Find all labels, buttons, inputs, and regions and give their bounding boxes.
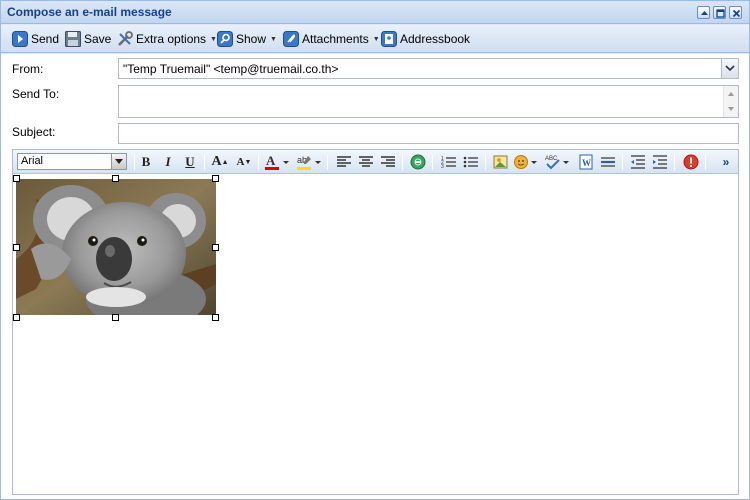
svg-text:3: 3 [441,164,444,169]
title-bar: Compose an e-mail message [1,1,749,24]
emoticon-icon[interactable] [513,153,539,171]
bullet-list-icon[interactable] [462,153,480,171]
send-to-scrollbar[interactable] [723,86,738,117]
close-button[interactable] [729,6,742,19]
toolbar-separator [327,154,328,170]
send-button[interactable]: Send [12,29,59,49]
send-icon [12,31,28,47]
resize-handle[interactable] [112,175,119,182]
chevron-down-icon [725,65,735,72]
editor-content[interactable] [13,175,738,494]
attachments-label: Attachments [302,32,369,46]
italic-icon[interactable]: I [159,153,177,171]
grow-font-icon[interactable]: A ▲ [211,153,229,171]
save-button[interactable]: Save [65,29,111,49]
more-tools-icon[interactable]: » [717,153,735,171]
from-select[interactable]: "Temp Truemail" <temp@truemail.co.th> [118,58,739,79]
align-right-icon[interactable] [379,153,397,171]
shrink-font-icon[interactable]: A ▼ [235,153,253,171]
paperclip-icon [283,31,299,47]
toolbar-separator [432,154,433,170]
compose-window: Compose an e-mail message Send Save Extr… [0,0,750,500]
svg-text:ABC: ABC [545,156,558,162]
maximize-button[interactable] [713,6,726,19]
toolbar-separator [258,154,259,170]
toolbar-separator [705,154,706,170]
subject-field[interactable] [118,123,739,144]
send-to-label: Send To: [12,87,60,101]
spellcheck-icon[interactable]: ABC [545,153,571,171]
font-family-value: Arial [21,155,44,167]
resize-handle[interactable] [212,244,219,251]
html-editor: Arial B I U A ▲ A ▼ A ab 1 2 3 ABC W » [12,149,739,495]
resize-handle[interactable] [112,314,119,321]
compose-form: From: "Temp Truemail" <temp@truemail.co.… [1,54,749,499]
show-button[interactable]: Show ▼ [217,29,277,49]
align-center-icon[interactable] [357,153,375,171]
window-title: Compose an e-mail message [7,5,172,19]
magnifier-icon [217,31,233,47]
collapse-icon [701,11,708,15]
font-color-icon[interactable]: A [264,153,290,171]
toolbar-separator [622,154,623,170]
main-toolbar: Send Save Extra options ▼ Show ▼ Attachm… [1,25,749,53]
highlight-color-icon[interactable]: ab [296,153,322,171]
align-left-icon[interactable] [335,153,353,171]
indent-icon[interactable] [651,153,669,171]
horizontal-rule-icon[interactable] [599,153,617,171]
priority-alert-icon[interactable] [682,153,700,171]
resize-handle[interactable] [13,314,20,321]
show-label: Show [236,32,267,46]
resize-handle[interactable] [212,175,219,182]
insert-link-icon[interactable] [409,153,427,171]
save-label: Save [84,32,112,46]
toolbar-separator [204,154,205,170]
chevron-down-icon: ▼ [270,35,277,43]
toolbar-separator [674,154,675,170]
koala-photo[interactable] [16,179,216,315]
addressbook-label: Addressbook [400,32,471,46]
resize-handle[interactable] [212,314,219,321]
close-icon [732,9,741,18]
resize-handle[interactable] [13,244,20,251]
extra-options-button[interactable]: Extra options ▼ [117,29,217,49]
editor-toolbar: Arial B I U A ▲ A ▼ A ab 1 2 3 ABC W » [13,150,738,174]
svg-text:W: W [582,158,591,168]
bold-icon[interactable]: B [137,153,155,171]
collapse-button[interactable] [697,6,710,19]
insert-image-icon[interactable] [492,153,510,171]
addressbook-icon [381,31,397,47]
tools-icon [117,31,133,47]
subject-label: Subject: [12,125,56,139]
font-family-select[interactable]: Arial [17,153,127,170]
chevron-down-icon: ▼ [210,35,217,43]
addressbook-button[interactable]: Addressbook [381,29,470,49]
resize-handle[interactable] [13,175,20,182]
toolbar-separator [402,154,403,170]
outdent-icon[interactable] [629,153,647,171]
from-dropdown-trigger[interactable] [721,59,738,78]
svg-text:A: A [266,153,276,168]
toolbar-separator [485,154,486,170]
chevron-down-icon[interactable] [111,154,126,169]
send-to-field[interactable] [118,85,739,118]
ordered-list-icon[interactable]: 123 [440,153,458,171]
underline-icon[interactable]: U [181,153,199,171]
chevron-down-icon: ▼ [372,35,380,43]
send-label: Send [31,32,60,46]
extra-options-label: Extra options [136,32,207,46]
from-value: "Temp Truemail" <temp@truemail.co.th> [123,62,339,76]
attachments-button[interactable]: Attachments ▼ [283,29,380,49]
from-label: From: [12,62,44,76]
maximize-icon [716,9,725,18]
toolbar-separator [134,154,135,170]
floppy-disk-icon [65,31,81,47]
word-document-icon[interactable]: W [577,153,595,171]
